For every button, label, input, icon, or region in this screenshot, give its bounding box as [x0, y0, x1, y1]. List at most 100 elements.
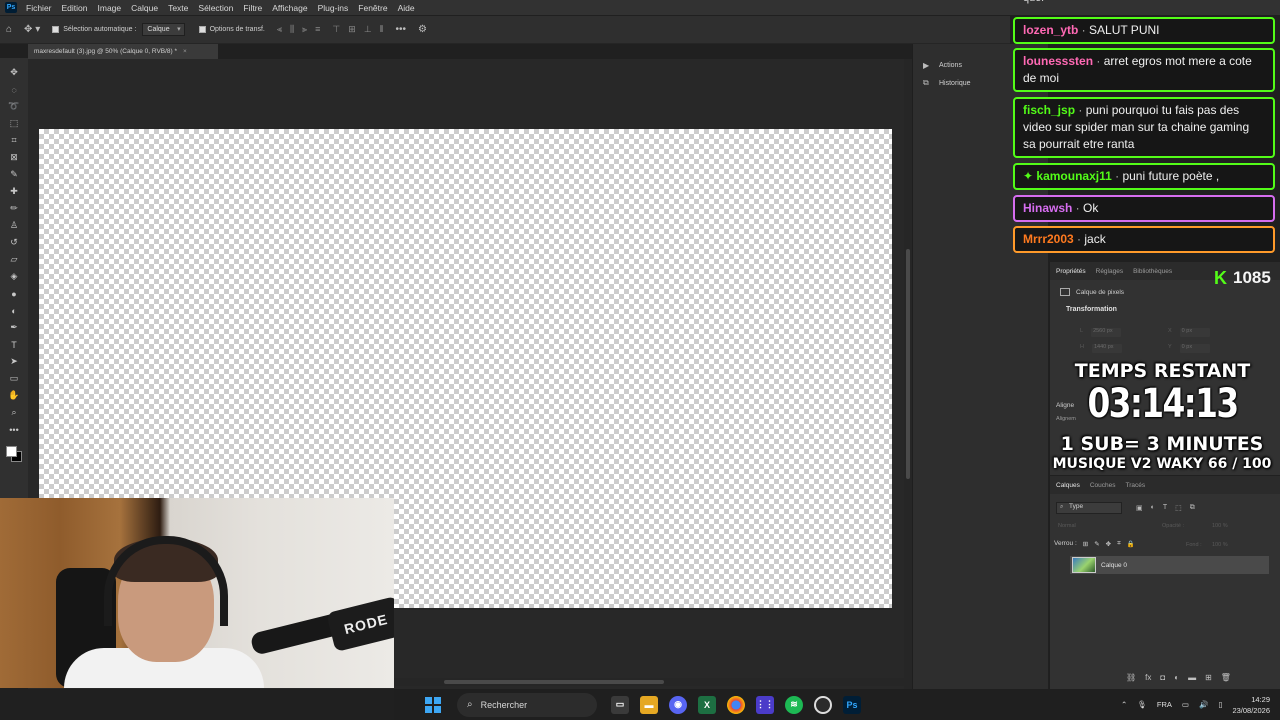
tab-properties[interactable]: Propriétés: [1056, 268, 1086, 275]
clock[interactable]: 14:29 23/08/2026: [1232, 694, 1270, 716]
new-layer-icon[interactable]: ⊞: [1205, 673, 1212, 682]
align-center-icon[interactable]: ⫼: [290, 24, 294, 35]
blur-tool-icon[interactable]: ●: [6, 285, 22, 302]
menu-affichage[interactable]: Affichage: [267, 3, 312, 13]
x-value[interactable]: 0 px: [1179, 328, 1210, 337]
document-tab[interactable]: maxresdefault (3).jpg @ 50% (Calque 0, R…: [28, 44, 218, 59]
align-left-icon[interactable]: ⫷: [277, 24, 282, 35]
marquee-tool-icon[interactable]: ◌: [6, 81, 22, 98]
menu-fichier[interactable]: Fichier: [21, 3, 57, 13]
auto-select-target-dropdown[interactable]: Calque: [142, 23, 185, 36]
paint-bucket-icon[interactable]: ◈: [6, 268, 22, 285]
obs-icon[interactable]: [814, 695, 832, 714]
menu-texte[interactable]: Texte: [163, 3, 193, 13]
blend-mode-dropdown[interactable]: Normal: [1058, 523, 1076, 529]
align-top-icon[interactable]: ⊤: [332, 24, 340, 35]
tab-libraries[interactable]: Bibliothèques: [1133, 268, 1172, 275]
adjustment-layer-icon[interactable]: ◐: [1174, 673, 1179, 682]
tab-layers[interactable]: Calques: [1056, 482, 1080, 489]
photoshop-icon[interactable]: Ps: [843, 695, 861, 714]
lock-all-icon[interactable]: 🔒: [1127, 540, 1135, 548]
menu-calque[interactable]: Calque: [126, 3, 163, 13]
horizontal-scrollbar[interactable]: [394, 678, 904, 686]
transform-heading[interactable]: Transformation: [1050, 300, 1280, 315]
opacity-value[interactable]: 100 %: [1212, 523, 1228, 529]
object-selection-icon[interactable]: ⬚: [6, 115, 22, 132]
battery-icon[interactable]: ▯: [1218, 700, 1222, 709]
file-explorer-icon[interactable]: ▭: [611, 695, 629, 714]
checkbox-box[interactable]: [198, 26, 206, 33]
close-icon[interactable]: ×: [183, 48, 187, 55]
menu-selection[interactable]: Sélection: [193, 3, 238, 13]
gear-icon[interactable]: ⚙: [412, 24, 433, 35]
tab-paths[interactable]: Tracés: [1126, 482, 1146, 489]
layer-filter-dropdown[interactable]: ⌕ Type: [1056, 502, 1122, 514]
zoom-tool-icon[interactable]: ⌕: [6, 404, 22, 421]
align-right-icon[interactable]: ⫸: [302, 24, 307, 35]
path-selection-icon[interactable]: ➤: [6, 353, 22, 370]
align-middle-icon[interactable]: ⊞: [348, 24, 356, 35]
layer-mask-icon[interactable]: ◘: [1160, 673, 1165, 682]
healing-brush-icon[interactable]: ✚: [6, 183, 22, 200]
menu-plugins[interactable]: Plug-ins: [313, 3, 354, 13]
eraser-tool-icon[interactable]: ▱: [6, 251, 22, 268]
menu-fenetre[interactable]: Fenêtre: [353, 3, 392, 13]
language-indicator[interactable]: FRA: [1157, 700, 1172, 709]
lock-artboard-icon[interactable]: ⌗: [1117, 540, 1121, 548]
scroll-thumb[interactable]: [906, 249, 910, 479]
network-icon[interactable]: ▭: [1182, 700, 1189, 709]
pen-tool-icon[interactable]: ✒: [6, 319, 22, 336]
layer-row[interactable]: Calque 0: [1070, 556, 1269, 574]
eyedropper-icon[interactable]: ✎: [6, 166, 22, 183]
width-value[interactable]: 2560 px: [1091, 328, 1122, 337]
tab-adjustments[interactable]: Réglages: [1096, 268, 1123, 275]
frame-tool-icon[interactable]: ⊠: [6, 149, 22, 166]
spotify-icon[interactable]: ≋: [785, 695, 803, 714]
more-options-icon[interactable]: •••: [389, 24, 412, 35]
more-tools-icon[interactable]: •••: [6, 421, 22, 438]
volume-icon[interactable]: 🔊: [1199, 700, 1208, 709]
move-tool-icon[interactable]: ✥ ▾: [18, 24, 46, 35]
height-field[interactable]: H 1440 px: [1080, 344, 1122, 354]
microphone-icon[interactable]: 🎙: [1137, 700, 1147, 709]
menu-image[interactable]: Image: [93, 3, 127, 13]
chevron-up-icon[interactable]: ⌃: [1121, 700, 1127, 709]
type-filter-icon[interactable]: T: [1163, 504, 1167, 512]
color-swatches[interactable]: [4, 444, 24, 464]
link-layers-icon[interactable]: ⛓: [1126, 673, 1136, 682]
distribute-icon[interactable]: ≡: [315, 24, 320, 35]
menu-aide[interactable]: Aide: [393, 3, 420, 13]
image-filter-icon[interactable]: ▣: [1136, 504, 1143, 512]
brush-tool-icon[interactable]: ✏: [6, 200, 22, 217]
hand-tool-icon[interactable]: ✋: [6, 387, 22, 404]
chrome-icon[interactable]: [727, 695, 745, 714]
foreground-color-swatch[interactable]: [6, 446, 17, 457]
discord-icon[interactable]: ◉: [669, 695, 687, 714]
y-value[interactable]: 0 px: [1179, 344, 1210, 353]
adjustment-filter-icon[interactable]: ◐: [1151, 504, 1155, 512]
height-value[interactable]: 1440 px: [1091, 344, 1122, 353]
menu-edition[interactable]: Edition: [57, 3, 93, 13]
type-tool-icon[interactable]: T: [6, 336, 22, 353]
history-brush-icon[interactable]: ↺: [6, 234, 22, 251]
folder-icon[interactable]: ▬: [640, 695, 658, 714]
transform-options-checkbox[interactable]: Options de transf.: [198, 26, 265, 33]
y-field[interactable]: Y 0 px: [1168, 344, 1210, 354]
align-bottom-icon[interactable]: ⊥: [364, 24, 372, 35]
crop-tool-icon[interactable]: ⌗: [6, 132, 22, 149]
lock-transparency-icon[interactable]: ⊞: [1083, 540, 1088, 548]
home-icon[interactable]: ⌂: [0, 24, 18, 35]
windows-start-icon[interactable]: [425, 696, 441, 713]
excel-icon[interactable]: X: [698, 695, 716, 714]
checkbox-box[interactable]: [52, 26, 60, 33]
scroll-thumb[interactable]: [444, 680, 664, 684]
taskbar-search[interactable]: ⌕ Rechercher: [457, 692, 597, 717]
vertical-scrollbar[interactable]: [904, 59, 912, 689]
grid-app-icon[interactable]: ⋮⋮: [756, 695, 774, 714]
stamp-tool-icon[interactable]: ♙: [6, 217, 22, 234]
lasso-tool-icon[interactable]: ➰: [6, 98, 22, 115]
fill-value[interactable]: 100 %: [1212, 542, 1228, 548]
dodge-tool-icon[interactable]: ◐: [6, 302, 22, 319]
smart-object-filter-icon[interactable]: ⧉: [1190, 504, 1195, 512]
lock-pixels-icon[interactable]: ✎: [1094, 540, 1099, 548]
